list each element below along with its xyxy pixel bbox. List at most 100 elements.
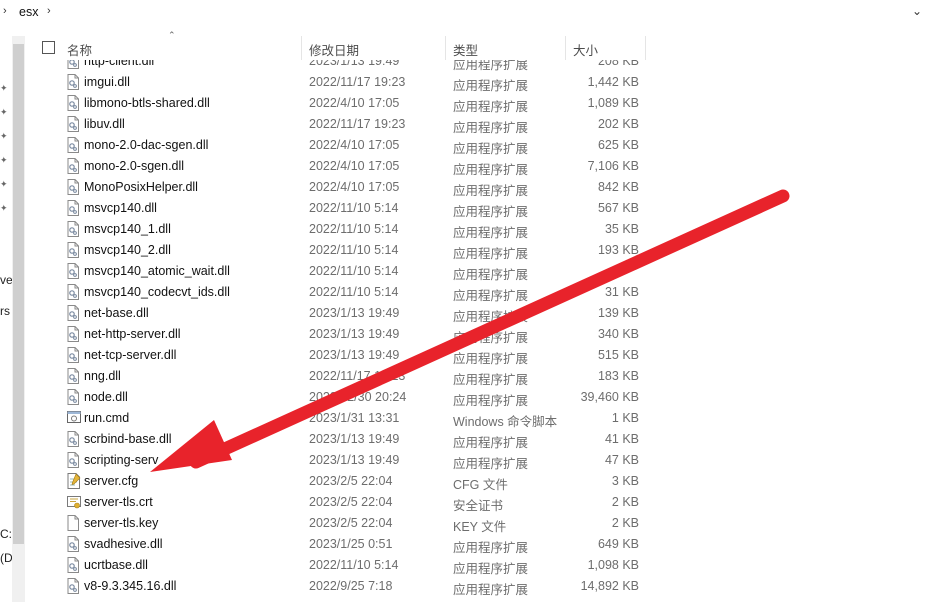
dll-file-icon bbox=[67, 263, 79, 279]
file-type: 应用程序扩展 bbox=[453, 331, 529, 345]
file-row[interactable]: libmono-btls-shared.dll 2022/4/10 17:05 应用… bbox=[25, 93, 926, 114]
column-size[interactable]: 大小 bbox=[573, 40, 598, 59]
file-name: node.dll bbox=[84, 390, 128, 404]
file-name: msvcp140.dll bbox=[84, 201, 157, 215]
file-name: scripting-serv bbox=[84, 453, 159, 467]
file-row[interactable]: server-tls.crt 2023/2/5 22:04 安全证书 2 KB bbox=[25, 492, 926, 513]
file-row[interactable]: libuv.dll 2022/11/17 19:23 应用程序扩展 202 KB bbox=[25, 114, 926, 135]
file-row[interactable]: mono-2.0-sgen.dll 2022/4/10 17:05 应用程序扩展 7,… bbox=[25, 156, 926, 177]
file-name: msvcp140_2.dll bbox=[84, 243, 171, 257]
file-row[interactable]: svadhesive.dll 2023/1/25 0:51 应用程序扩展 649 KB bbox=[25, 534, 926, 555]
nav-item-label[interactable]: C: bbox=[0, 527, 12, 541]
file-date: 2022/11/10 5:14 bbox=[309, 201, 399, 215]
file-row[interactable]: msvcp140_2.dll 2022/11/10 5:14 应用程序扩展 193 K… bbox=[25, 240, 926, 261]
file-size: 1,089 KB bbox=[587, 96, 639, 110]
column-divider[interactable] bbox=[301, 36, 302, 60]
file-row[interactable]: server.cfg 2023/2/5 22:04 CFG 文件 3 KB bbox=[25, 471, 926, 492]
file-size: 515 KB bbox=[597, 348, 639, 362]
file-size: 193 KB bbox=[597, 243, 639, 257]
dll-file-icon bbox=[67, 74, 79, 90]
file-date: 2023/2/5 22:04 bbox=[309, 474, 393, 488]
file-date: 2023/2/5 22:04 bbox=[309, 516, 393, 530]
file-row[interactable]: imgui.dll 2022/11/17 19:23 应用程序扩展 1,442 KB bbox=[25, 72, 926, 93]
file-row[interactable]: node.dll 2022/12/30 20:24 应用程序扩展 39,460 KB bbox=[25, 387, 926, 408]
file-row[interactable]: mono-2.0-dac-sgen.dll 2022/4/10 17:05 应用程序… bbox=[25, 135, 926, 156]
file-date: 2022/11/17 19:23 bbox=[309, 369, 406, 383]
dll-file-icon bbox=[67, 452, 79, 468]
file-date: 2022/4/10 17:05 bbox=[309, 96, 400, 110]
file-name: imgui.dll bbox=[84, 75, 130, 89]
file-type: 应用程序扩展 bbox=[453, 163, 529, 177]
nav-item-label[interactable]: rs bbox=[0, 304, 10, 318]
file-size: 340 KB bbox=[597, 327, 639, 341]
file-type: CFG 文件 bbox=[453, 478, 508, 492]
file-row[interactable]: msvcp140_1.dll 2022/11/10 5:14 应用程序扩展 35 KB bbox=[25, 219, 926, 240]
file-row[interactable]: nng.dll 2022/11/17 19:23 应用程序扩展 183 KB bbox=[25, 366, 926, 387]
file-name: server-tls.key bbox=[84, 516, 159, 530]
pin-icon: ✦ bbox=[0, 179, 8, 189]
nav-item-label[interactable]: (D bbox=[0, 551, 13, 565]
file-type: 应用程序扩展 bbox=[453, 289, 529, 303]
file-type: 应用程序扩展 bbox=[453, 583, 529, 597]
file-name: mono-2.0-sgen.dll bbox=[84, 159, 185, 173]
column-type[interactable]: 类型 bbox=[453, 40, 478, 59]
breadcrumb: › esx › ⌄ bbox=[0, 0, 926, 26]
file-date: 2022/9/25 7:18 bbox=[309, 579, 393, 593]
file-type: 应用程序扩展 bbox=[453, 205, 529, 219]
file-row[interactable]: net-http-server.dll 2023/1/13 19:49 应用程序扩展… bbox=[25, 324, 926, 345]
pin-icon: ✦ bbox=[0, 203, 8, 213]
chevron-down-icon[interactable]: ⌄ bbox=[912, 4, 926, 20]
dll-file-icon bbox=[67, 305, 79, 321]
file-row[interactable]: ucrtbase.dll 2022/11/10 5:14 应用程序扩展 1,098 K… bbox=[25, 555, 926, 576]
select-all-checkbox[interactable] bbox=[42, 41, 55, 54]
file-name: nng.dll bbox=[84, 369, 121, 383]
chevron-right-icon[interactable]: › bbox=[3, 5, 7, 17]
breadcrumb-folder[interactable]: esx bbox=[19, 5, 38, 19]
file-row[interactable]: msvcp140_atomic_wait.dll 2022/11/10 5:14 应… bbox=[25, 261, 926, 282]
file-type: 应用程序扩展 bbox=[453, 226, 529, 240]
nav-scrollbar-thumb[interactable] bbox=[13, 44, 24, 544]
file-name: v8-9.3.345.16.dll bbox=[84, 579, 177, 593]
column-date[interactable]: 修改日期 bbox=[309, 40, 359, 59]
file-row[interactable]: net-tcp-server.dll 2023/1/13 19:49 应用程序扩展 5… bbox=[25, 345, 926, 366]
file-row[interactable]: msvcp140.dll 2022/11/10 5:14 应用程序扩展 567 KB bbox=[25, 198, 926, 219]
file-row[interactable]: http-client.dll 2023/1/13 19:49 应用程序扩展 208 … bbox=[25, 60, 926, 72]
file-row[interactable]: server-tls.key 2023/2/5 22:04 KEY 文件 2 KB bbox=[25, 513, 926, 534]
file-type: 应用程序扩展 bbox=[453, 373, 529, 387]
pin-icon: ✦ bbox=[0, 107, 8, 117]
file-row[interactable]: MonoPosixHelper.dll 2022/4/10 17:05 应用程序扩展… bbox=[25, 177, 926, 198]
file-name: svadhesive.dll bbox=[84, 537, 163, 551]
file-name: http-client.dll bbox=[84, 60, 155, 68]
pin-icon: ✦ bbox=[0, 83, 8, 93]
column-divider[interactable] bbox=[565, 36, 566, 60]
file-row[interactable]: v8-9.3.345.16.dll 2022/9/25 7:18 应用程序扩展 14,… bbox=[25, 576, 926, 597]
column-name[interactable]: 名称 bbox=[67, 40, 92, 59]
file-size: 842 KB bbox=[597, 180, 639, 194]
file-row[interactable]: scripting-serv 2023/1/13 19:49 应用程序扩展 47 KB bbox=[25, 450, 926, 471]
nav-item-label[interactable]: ve bbox=[0, 273, 13, 287]
certificate-icon bbox=[67, 494, 81, 510]
file-name: MonoPosixHelper.dll bbox=[84, 180, 198, 194]
chevron-right-icon[interactable]: › bbox=[47, 5, 51, 17]
dll-file-icon bbox=[67, 221, 79, 237]
column-divider[interactable] bbox=[445, 36, 446, 60]
file-date: 2023/2/5 22:04 bbox=[309, 495, 393, 509]
file-row[interactable]: net-base.dll 2023/1/13 19:49 应用程序扩展 139 KB bbox=[25, 303, 926, 324]
file-date: 2022/11/17 19:23 bbox=[309, 75, 406, 89]
file-type: 应用程序扩展 bbox=[453, 394, 529, 408]
file-date: 2022/11/10 5:14 bbox=[309, 264, 399, 278]
file-date: 2022/11/10 5:14 bbox=[309, 222, 399, 236]
generic-file-icon bbox=[67, 515, 79, 531]
sort-ascending-icon: ⌃ bbox=[168, 30, 176, 40]
file-row[interactable]: run.cmd 2023/1/31 13:31 Windows 命令脚本 1 KB bbox=[25, 408, 926, 429]
pin-icon: ✦ bbox=[0, 131, 8, 141]
dll-file-icon bbox=[67, 95, 79, 111]
file-name: msvcp140_atomic_wait.dll bbox=[84, 264, 230, 278]
file-row[interactable]: scrbind-base.dll 2023/1/13 19:49 应用程序扩展 41 … bbox=[25, 429, 926, 450]
file-date: 2022/12/30 20:24 bbox=[309, 390, 407, 404]
file-size: 3 KB bbox=[611, 474, 639, 488]
column-divider[interactable] bbox=[645, 36, 646, 60]
file-row[interactable]: msvcp140_codecvt_ids.dll 2022/11/10 5:14 应… bbox=[25, 282, 926, 303]
file-size: 1,442 KB bbox=[587, 75, 639, 89]
file-name: net-tcp-server.dll bbox=[84, 348, 177, 362]
